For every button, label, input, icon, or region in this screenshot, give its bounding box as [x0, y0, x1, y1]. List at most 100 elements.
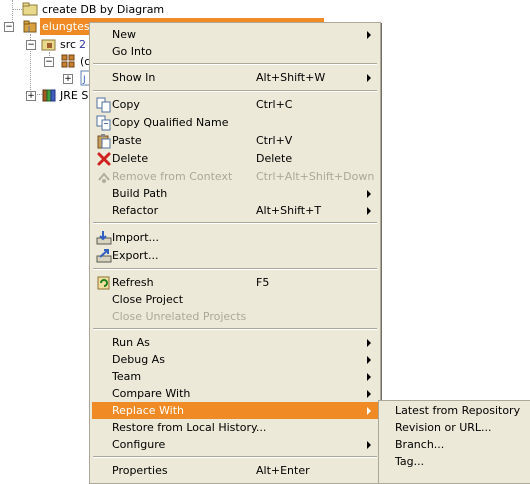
menu-item-close-unrelated-projects[interactable]: Close Unrelated Projects — [92, 308, 378, 325]
remove-from-context-icon — [96, 169, 112, 185]
menu-item-delete[interactable]: Delete Delete — [92, 150, 378, 167]
menu-item-copy[interactable]: Copy Ctrl+C — [92, 96, 378, 113]
menu-separator — [93, 456, 377, 458]
menu-item-paste[interactable]: Paste Ctrl+V — [92, 132, 378, 149]
submenu-arrow-icon — [367, 207, 371, 215]
menu-item-label: Replace With — [112, 404, 184, 417]
menu-item-new[interactable]: New — [92, 26, 378, 43]
menu-item-team[interactable]: Team — [92, 368, 378, 385]
project-icon: J — [22, 18, 38, 34]
tree-item-label: src — [60, 38, 77, 51]
delete-icon — [96, 151, 112, 167]
menu-item-shortcut: Ctrl+Alt+Shift+Down — [256, 170, 375, 183]
menu-item-shortcut: Ctrl+C — [256, 98, 293, 111]
menu-item-label: Run As — [112, 336, 150, 349]
collapse-toggle-icon[interactable]: − — [26, 40, 36, 50]
submenu-item-branch[interactable]: Branch... — [381, 436, 529, 453]
submenu-item-tag[interactable]: Tag... — [381, 453, 529, 470]
replace-with-submenu: Latest from Repository Revision or URL..… — [378, 400, 530, 484]
menu-item-label: Import... — [112, 231, 159, 244]
submenu-item-label: Revision or URL... — [395, 421, 492, 434]
menu-item-shortcut: Alt+Shift+T — [256, 204, 322, 217]
tree-item-label: create DB by Diagram — [42, 3, 165, 16]
menu-item-compare-with[interactable]: Compare With — [92, 385, 378, 402]
submenu-item-revision-or-url[interactable]: Revision or URL... — [381, 419, 529, 436]
menu-item-export[interactable]: Export... — [92, 247, 378, 264]
context-menu: New Go Into Show In Alt+Shift+W Copy Ctr… — [89, 22, 381, 484]
menu-item-import[interactable]: Import... — [92, 229, 378, 246]
submenu-item-label: Latest from Repository — [395, 404, 521, 417]
menu-item-shortcut: Ctrl+V — [256, 134, 293, 147]
copy-qualified-name-icon — [96, 115, 112, 131]
svg-text:J: J — [27, 25, 30, 33]
collapse-toggle-icon[interactable]: − — [4, 22, 14, 32]
collapse-toggle-icon[interactable]: − — [44, 57, 54, 67]
submenu-arrow-icon — [367, 407, 371, 415]
menu-separator — [93, 222, 377, 224]
menu-item-label: Refactor — [112, 204, 159, 217]
source-folder-icon — [41, 36, 57, 52]
import-icon — [96, 230, 112, 246]
export-icon — [96, 248, 112, 264]
menu-item-label: New — [112, 28, 136, 41]
menu-item-label: Close Project — [112, 293, 184, 306]
submenu-arrow-icon — [367, 390, 371, 398]
menu-item-label: Paste — [112, 134, 142, 147]
menu-item-label: Go Into — [112, 45, 153, 58]
menu-item-shortcut: F5 — [256, 276, 270, 289]
menu-item-run-as[interactable]: Run As — [92, 334, 378, 351]
menu-item-show-in[interactable]: Show In Alt+Shift+W — [92, 69, 378, 86]
refresh-icon — [96, 275, 112, 291]
menu-item-label: Export... — [112, 249, 159, 262]
svg-text:J: J — [82, 75, 86, 85]
menu-item-label: Debug As — [112, 353, 165, 366]
menu-item-label: Copy — [112, 98, 140, 111]
expand-toggle-icon[interactable]: + — [26, 91, 36, 101]
tree-item-label: JRE S — [60, 89, 89, 102]
menu-item-refactor[interactable]: Refactor Alt+Shift+T — [92, 202, 378, 219]
submenu-item-latest-from-repository[interactable]: Latest from Repository — [381, 402, 529, 419]
submenu-arrow-icon — [367, 356, 371, 364]
submenu-arrow-icon — [367, 339, 371, 347]
menu-item-build-path[interactable]: Build Path — [92, 185, 378, 202]
menu-item-label: Properties — [112, 464, 168, 477]
menu-item-label: Delete — [112, 152, 149, 165]
menu-separator — [93, 90, 377, 92]
menu-item-label: Refresh — [112, 276, 154, 289]
menu-item-properties[interactable]: Properties Alt+Enter — [92, 462, 378, 479]
menu-item-label: Copy Qualified Name — [112, 116, 229, 129]
submenu-item-label: Tag... — [395, 455, 425, 468]
menu-item-shortcut: Alt+Shift+W — [256, 71, 326, 84]
menu-item-configure[interactable]: Configure — [92, 436, 378, 453]
copy-icon — [96, 97, 112, 113]
menu-item-label: Configure — [112, 438, 166, 451]
menu-item-label: Show In — [112, 71, 156, 84]
menu-item-shortcut: Alt+Enter — [256, 464, 310, 477]
expand-toggle-icon[interactable]: + — [63, 74, 73, 84]
menu-item-debug-as[interactable]: Debug As — [92, 351, 378, 368]
tree-item-suffix: 2 — [79, 38, 86, 51]
menu-item-label: Team — [112, 370, 142, 383]
menu-item-copy-qualified-name[interactable]: Copy Qualified Name — [92, 114, 378, 131]
submenu-arrow-icon — [367, 373, 371, 381]
menu-item-go-into[interactable]: Go Into — [92, 43, 378, 60]
paste-icon — [96, 133, 112, 149]
menu-item-replace-with[interactable]: Replace With — [92, 402, 378, 419]
folder-icon — [22, 1, 38, 17]
menu-item-label: Remove from Context — [112, 170, 233, 183]
menu-item-refresh[interactable]: Refresh F5 — [92, 274, 378, 291]
menu-item-label: Restore from Local History... — [112, 421, 267, 434]
submenu-arrow-icon — [367, 31, 371, 39]
menu-item-remove-from-context[interactable]: Remove from Context Ctrl+Alt+Shift+Down — [92, 168, 378, 185]
menu-separator — [93, 268, 377, 270]
submenu-arrow-icon — [367, 74, 371, 82]
submenu-arrow-icon — [367, 441, 371, 449]
menu-separator — [93, 63, 377, 65]
submenu-arrow-icon — [367, 190, 371, 198]
menu-item-label: Close Unrelated Projects — [112, 310, 247, 323]
menu-item-restore-from-local-history[interactable]: Restore from Local History... — [92, 419, 378, 436]
menu-separator — [93, 328, 377, 330]
menu-item-shortcut: Delete — [256, 152, 293, 165]
menu-item-close-project[interactable]: Close Project — [92, 291, 378, 308]
library-icon — [41, 87, 57, 103]
